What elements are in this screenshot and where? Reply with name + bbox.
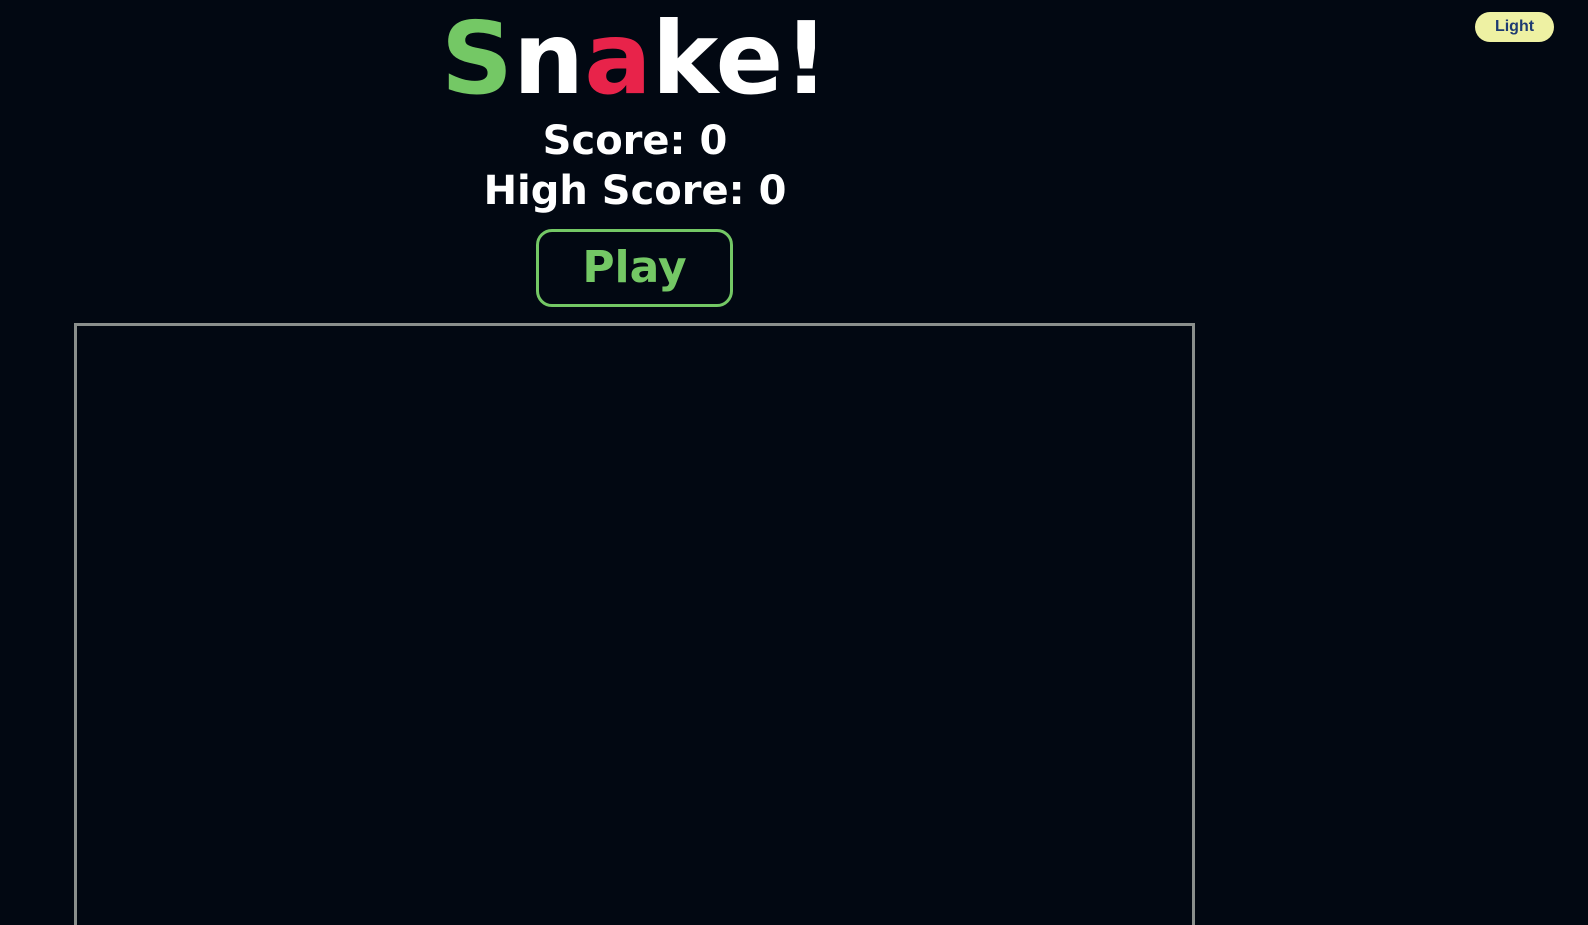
score-label: Score:	[542, 118, 686, 164]
high-score-display: High Score: 0	[0, 166, 1270, 216]
title-letter-s: S	[441, 0, 514, 117]
title-letter-a: a	[584, 0, 652, 117]
score-panel: Score: 0 High Score: 0	[0, 116, 1270, 216]
high-score-label: High Score:	[483, 168, 745, 214]
game-title: Snake!	[0, 4, 1270, 114]
high-score-value: 0	[758, 168, 787, 214]
play-button[interactable]: Play	[536, 229, 733, 307]
title-letter-e: e	[715, 0, 784, 117]
theme-toggle-button[interactable]: Light	[1475, 12, 1554, 42]
title-letter-n: n	[513, 0, 585, 117]
game-board[interactable]	[74, 323, 1195, 925]
title-letter-k: k	[651, 0, 716, 117]
score-value: 0	[699, 118, 728, 164]
score-display: Score: 0	[0, 116, 1270, 166]
title-letter-exclamation: !	[783, 0, 829, 117]
